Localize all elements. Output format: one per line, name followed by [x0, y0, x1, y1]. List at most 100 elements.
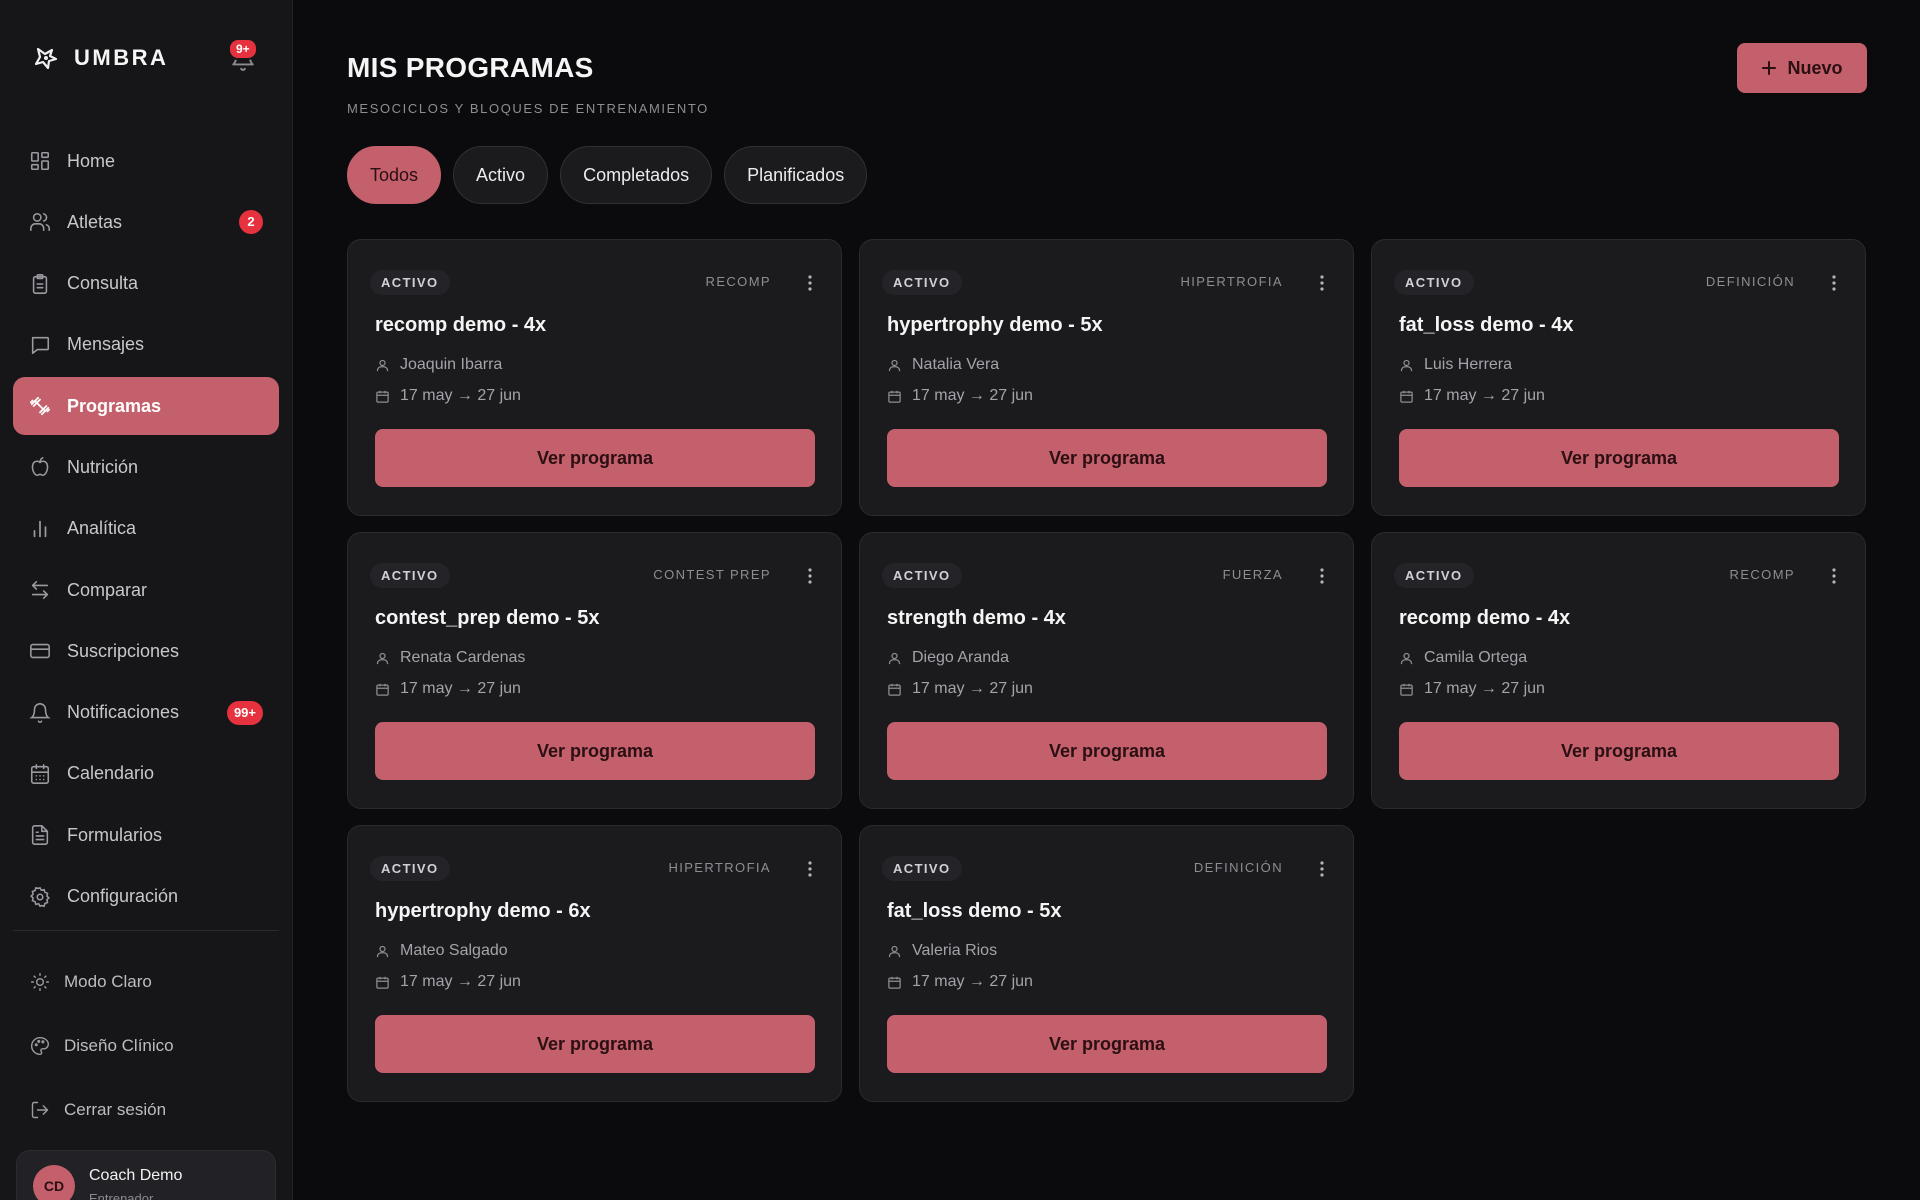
- apple-icon: [29, 456, 51, 478]
- more-vertical-icon[interactable]: [1319, 274, 1325, 292]
- more-vertical-icon[interactable]: [1319, 567, 1325, 585]
- theme-toggle-label: Modo Claro: [64, 972, 152, 991]
- logout-label: Cerrar sesión: [64, 1100, 167, 1119]
- more-vertical-icon[interactable]: [1831, 274, 1837, 292]
- sidebar-item-suscripciones[interactable]: Suscripciones: [13, 622, 279, 680]
- date-range: 17 may → 27 jun: [912, 973, 1033, 990]
- view-program-button[interactable]: Ver programa: [1399, 722, 1839, 780]
- date-range: 17 may → 27 jun: [400, 973, 521, 990]
- program-category: FUERZA: [1222, 567, 1283, 582]
- sidebar-item-configuracion[interactable]: Configuración: [13, 868, 279, 926]
- view-program-button[interactable]: Ver programa: [887, 1015, 1327, 1073]
- umbra-logo-icon: [32, 44, 60, 72]
- user-icon: [1399, 651, 1414, 666]
- program-dates: 17 may → 27 jun: [1399, 680, 1545, 698]
- logout-icon: [30, 1100, 50, 1120]
- view-program-button[interactable]: Ver programa: [1399, 429, 1839, 487]
- sidebar-item-calendario[interactable]: Calendario: [13, 745, 279, 803]
- profile-name: Coach Demo: [89, 1167, 183, 1184]
- program-athlete: Mateo Salgado: [375, 942, 508, 960]
- new-program-button[interactable]: Nuevo: [1737, 43, 1867, 93]
- sidebar-item-label: Notificaciones: [67, 702, 180, 723]
- more-vertical-icon[interactable]: [807, 567, 813, 585]
- calendar-icon: [1399, 389, 1414, 404]
- date-range: 17 may → 27 jun: [400, 387, 521, 404]
- program-athlete: Joaquin Ibarra: [375, 356, 502, 374]
- program-title: fat_loss demo - 5x: [887, 900, 1062, 922]
- dumbbell-icon: [29, 395, 51, 417]
- user-icon: [1399, 358, 1414, 373]
- program-category: HIPERTROFIA: [1180, 274, 1283, 289]
- program-athlete: Luis Herrera: [1399, 356, 1512, 374]
- app-name: UMBRA: [74, 45, 169, 70]
- bar-chart-icon: [29, 518, 51, 540]
- sidebar-item-atletas[interactable]: Atletas 2: [13, 193, 279, 251]
- program-category: HIPERTROFIA: [668, 860, 771, 875]
- more-vertical-icon[interactable]: [807, 274, 813, 292]
- sidebar-item-label: Nutrición: [67, 456, 139, 477]
- program-title: fat_loss demo - 4x: [1399, 314, 1574, 336]
- more-vertical-icon[interactable]: [1831, 567, 1837, 585]
- user-icon: [887, 358, 902, 373]
- more-vertical-icon[interactable]: [807, 860, 813, 878]
- status-badge: ACTIVO: [882, 270, 962, 295]
- status-badge: ACTIVO: [370, 856, 450, 881]
- brand[interactable]: UMBRA: [32, 44, 168, 72]
- program-card: ACTIVO DEFINICIÓN fat_loss demo - 4x Lui…: [1371, 239, 1866, 516]
- program-title: recomp demo - 4x: [375, 314, 547, 336]
- date-range: 17 may → 27 jun: [1424, 387, 1545, 404]
- view-program-button[interactable]: Ver programa: [375, 722, 815, 780]
- theme-toggle-button[interactable]: Modo Claro: [30, 972, 152, 992]
- calendar-icon: [375, 975, 390, 990]
- sidebar-item-nutricion[interactable]: Nutrición: [13, 438, 279, 496]
- filter-tabs: Todos Activo Completados Planificados: [347, 146, 868, 204]
- user-profile-card[interactable]: CD Coach Demo Entrenador: [16, 1150, 276, 1200]
- calendar-icon: [375, 682, 390, 697]
- logout-button[interactable]: Cerrar sesión: [30, 1100, 166, 1120]
- sidebar-item-label: Suscripciones: [67, 640, 180, 661]
- sun-icon: [30, 972, 50, 992]
- program-title: recomp demo - 4x: [1399, 607, 1571, 629]
- view-program-button[interactable]: Ver programa: [887, 429, 1327, 487]
- program-category: RECOMP: [705, 274, 771, 289]
- sidebar-item-comparar[interactable]: Comparar: [13, 561, 279, 619]
- calendar-icon: [29, 763, 51, 785]
- user-icon: [887, 944, 902, 959]
- tab-completados[interactable]: Completados: [560, 146, 713, 204]
- design-toggle-button[interactable]: Diseño Clínico: [30, 1036, 174, 1056]
- user-icon: [375, 651, 390, 666]
- program-card: ACTIVO RECOMP recomp demo - 4x Joaquin I…: [347, 239, 842, 516]
- view-program-button[interactable]: Ver programa: [887, 722, 1327, 780]
- user-icon: [375, 358, 390, 373]
- tab-activo[interactable]: Activo: [453, 146, 549, 204]
- program-athlete: Camila Ortega: [1399, 649, 1527, 667]
- status-badge: ACTIVO: [370, 270, 450, 295]
- sidebar-item-label: Configuración: [67, 886, 179, 907]
- sidebar-item-notificaciones[interactable]: Notificaciones 99+: [13, 684, 279, 742]
- sidebar-item-programas[interactable]: Programas: [13, 377, 279, 436]
- tab-todos[interactable]: Todos: [347, 146, 442, 204]
- sidebar-item-label: Mensajes: [67, 334, 145, 355]
- sidebar-item-consulta[interactable]: Consulta: [13, 255, 279, 313]
- program-card: ACTIVO FUERZA strength demo - 4x Diego A…: [859, 532, 1354, 809]
- tab-planificados[interactable]: Planificados: [724, 146, 868, 204]
- avatar: CD: [33, 1165, 75, 1200]
- sidebar-item-home[interactable]: Home: [13, 132, 279, 190]
- athlete-name: Natalia Vera: [912, 356, 1000, 373]
- program-dates: 17 may → 27 jun: [887, 973, 1033, 991]
- view-program-button[interactable]: Ver programa: [375, 429, 815, 487]
- program-category: DEFINICIÓN: [1705, 274, 1795, 289]
- sidebar-item-analitica[interactable]: Analítica: [13, 500, 279, 558]
- sidebar-item-mensajes[interactable]: Mensajes: [13, 316, 279, 374]
- program-card: ACTIVO HIPERTROFIA hypertrophy demo - 5x…: [859, 239, 1354, 516]
- status-badge: ACTIVO: [882, 563, 962, 588]
- view-program-button[interactable]: Ver programa: [375, 1015, 815, 1073]
- sidebar: UMBRA 9+ Home Atletas 2 Consulta Mensaje…: [0, 0, 293, 1200]
- sidebar-item-formularios[interactable]: Formularios: [13, 806, 279, 864]
- date-range: 17 may → 27 jun: [400, 680, 521, 697]
- program-dates: 17 may → 27 jun: [1399, 387, 1545, 405]
- program-card: ACTIVO DEFINICIÓN fat_loss demo - 5x Val…: [859, 825, 1354, 1102]
- date-range: 17 may → 27 jun: [912, 680, 1033, 697]
- more-vertical-icon[interactable]: [1319, 860, 1325, 878]
- user-icon: [375, 944, 390, 959]
